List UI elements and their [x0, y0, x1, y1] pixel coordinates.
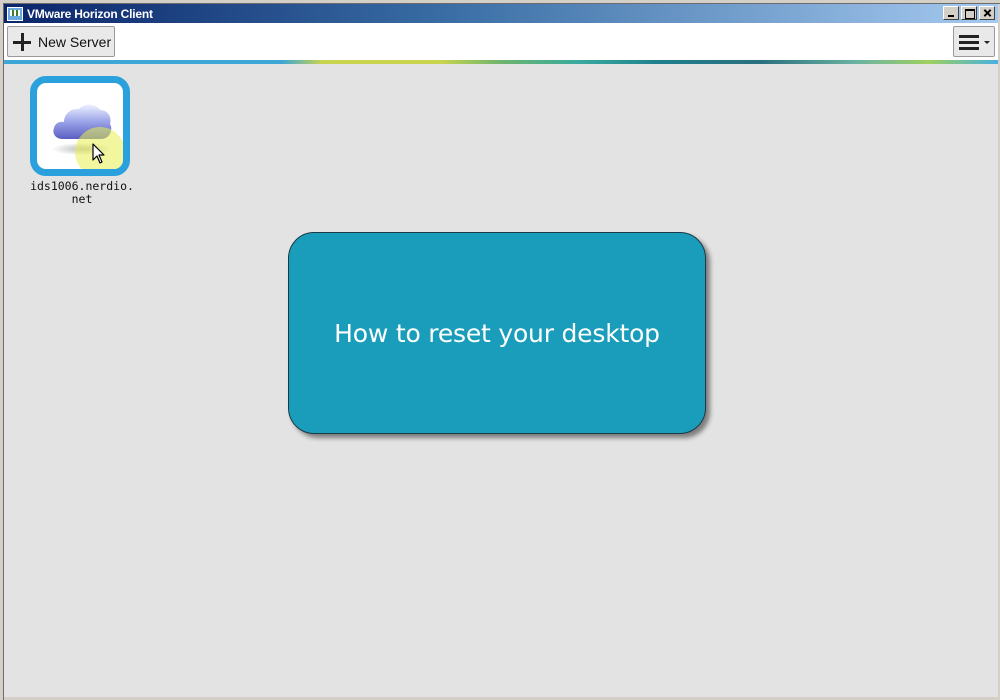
settings-menu-button[interactable]	[953, 26, 995, 57]
mouse-cursor-icon	[92, 143, 105, 164]
server-icon-frame[interactable]	[30, 76, 130, 176]
plus-icon	[12, 32, 32, 52]
minimize-button[interactable]	[943, 6, 959, 20]
title-bar[interactable]: VMware Horizon Client	[4, 4, 998, 23]
tutorial-title-card: How to reset your desktop	[288, 232, 706, 434]
tutorial-title: How to reset your desktop	[334, 318, 660, 348]
server-label: ids1006.nerdio.net	[30, 179, 134, 206]
new-server-label: New Server	[38, 33, 112, 50]
toolbar: New Server	[4, 23, 998, 60]
server-tile[interactable]: ids1006.nerdio.net	[30, 76, 134, 206]
maximize-button[interactable]	[961, 6, 977, 20]
app-icon	[7, 6, 23, 21]
hamburger-icon	[959, 35, 979, 50]
server-list-area: ids1006.nerdio.net How to reset your des…	[4, 64, 998, 697]
horizon-client-window: VMware Horizon Client New Server ids1006…	[0, 0, 1000, 700]
window-title: VMware Horizon Client	[27, 6, 153, 21]
close-button[interactable]	[979, 6, 995, 20]
chevron-down-icon	[984, 41, 990, 44]
window-controls	[941, 6, 995, 20]
new-server-button[interactable]: New Server	[7, 26, 115, 57]
